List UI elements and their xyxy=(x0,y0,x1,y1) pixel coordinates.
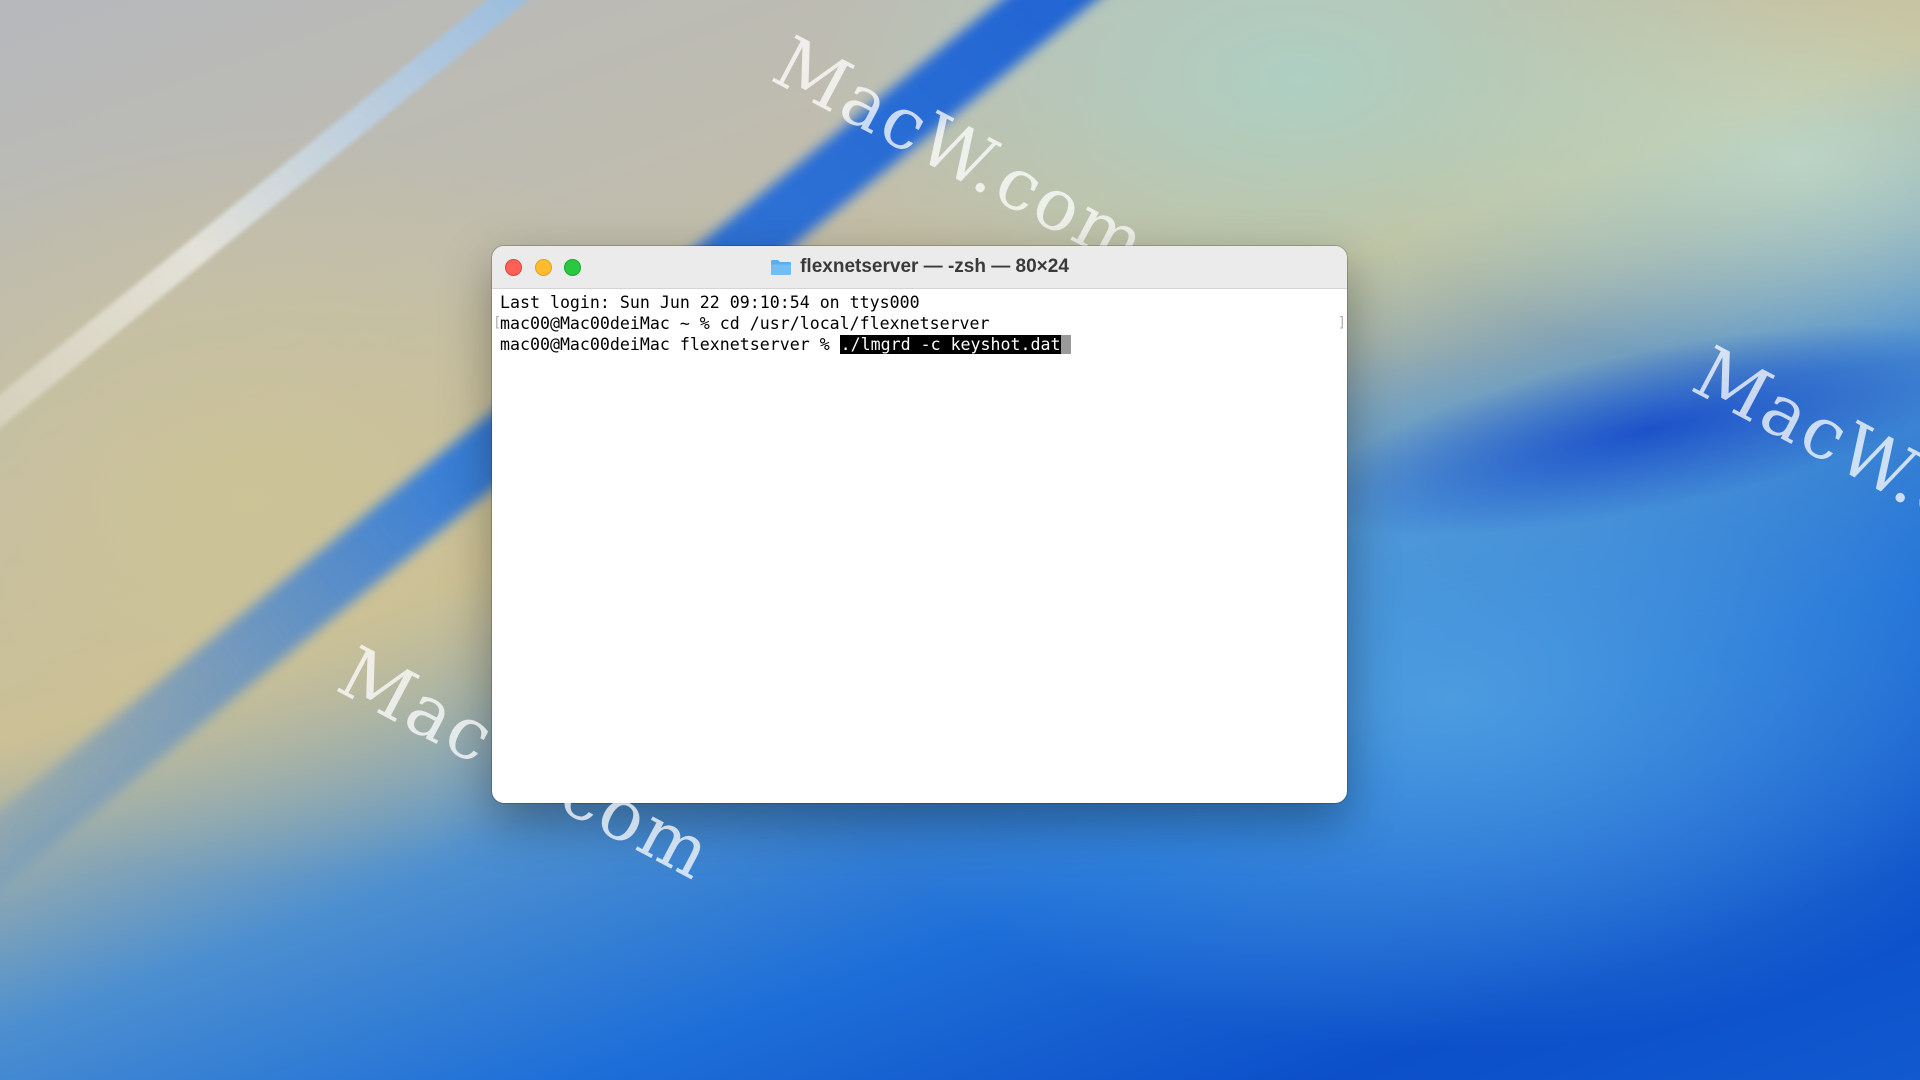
window-title-text: flexnetserver — -zsh — 80×24 xyxy=(800,256,1069,277)
selected-command[interactable]: ./lmgrd -c keyshot.dat xyxy=(839,335,1062,354)
folder-icon xyxy=(771,260,792,275)
terminal-window[interactable]: flexnetserver — -zsh — 80×24 Last login:… xyxy=(492,246,1347,803)
shell-prompt: mac00@Mac00deiMac flexnetserver % xyxy=(500,335,840,354)
window-titlebar[interactable]: flexnetserver — -zsh — 80×24 xyxy=(492,246,1347,289)
window-title: flexnetserver — -zsh — 80×24 xyxy=(492,246,1347,288)
line-marker-left: [ xyxy=(493,315,502,331)
terminal-output[interactable]: Last login: Sun Jun 22 09:10:54 on ttys0… xyxy=(492,289,1347,355)
line-marker-right: ] xyxy=(1337,315,1346,331)
terminal-line: mac00@Mac00deiMac ~ % cd /usr/local/flex… xyxy=(500,314,990,333)
text-cursor xyxy=(1061,335,1072,354)
terminal-line: Last login: Sun Jun 22 09:10:54 on ttys0… xyxy=(500,293,920,312)
terminal-prompt-line[interactable]: mac00@Mac00deiMac flexnetserver % ./lmgr… xyxy=(500,334,1347,355)
